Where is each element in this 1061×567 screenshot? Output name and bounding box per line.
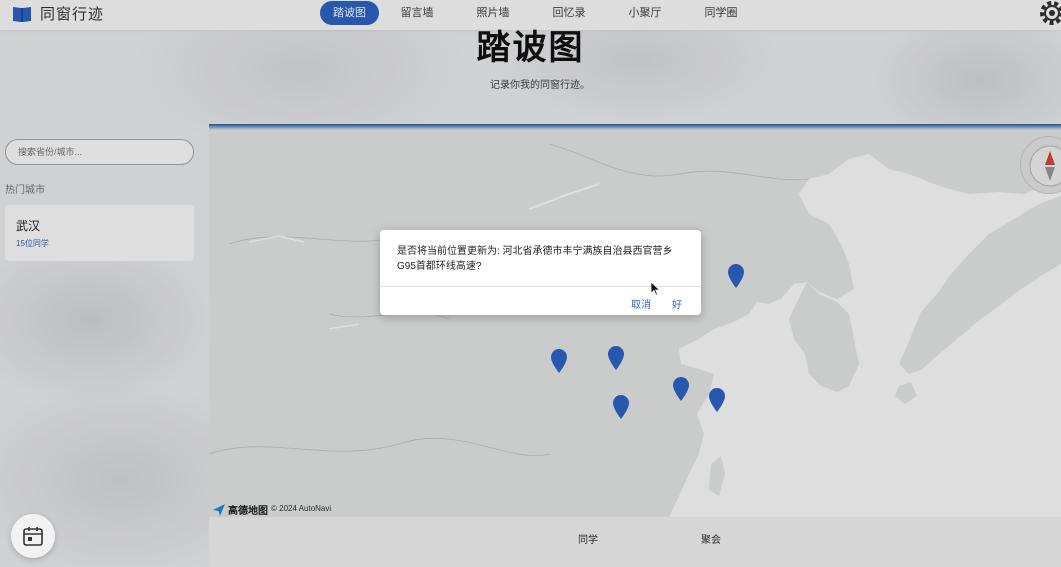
- mouse-cursor-icon: [651, 282, 661, 296]
- calendar-fab-button[interactable]: [11, 514, 55, 558]
- dialog-message: 是否将当前位置更新为: 河北省承德市丰宁满族自治县西官营乡G95首都环线高速?: [397, 246, 673, 272]
- location-update-dialog: 是否将当前位置更新为: 河北省承德市丰宁满族自治县西官营乡G95首都环线高速? …: [380, 230, 701, 315]
- calendar-icon: [23, 527, 43, 546]
- dialog-cancel-button[interactable]: 取消: [631, 296, 651, 311]
- dialog-ok-button[interactable]: 好: [672, 296, 682, 311]
